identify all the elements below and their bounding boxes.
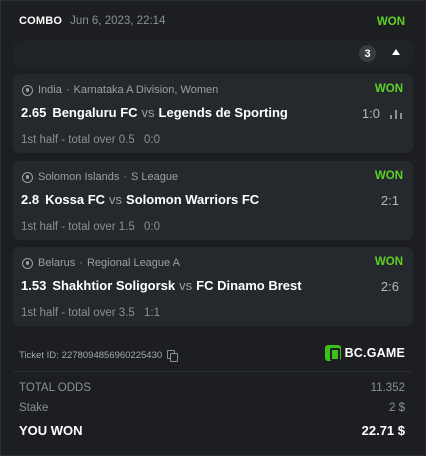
bet-card[interactable]: Solomon Islands · S League WON 2.8 Kossa…: [13, 161, 413, 240]
soccer-ball-icon: [22, 84, 33, 96]
soccer-ball-icon: [22, 171, 33, 183]
bet-status: WON: [374, 256, 403, 268]
league: Regional League A: [86, 257, 180, 269]
bet-odds: 2.65: [21, 105, 47, 120]
copy-icon[interactable]: [167, 350, 179, 362]
selections-count-badge: 3: [359, 45, 376, 62]
vs-label: vs: [109, 192, 123, 207]
bet-status: WON: [374, 83, 403, 95]
bet-date: Jun 6, 2023, 22:14: [70, 15, 166, 27]
winnings-label: YOU WON: [19, 423, 83, 438]
divider: [13, 371, 413, 372]
soccer-ball-icon: [22, 257, 33, 269]
country: India: [38, 84, 62, 96]
league: S League: [131, 171, 179, 183]
country: Solomon Islands: [38, 171, 120, 183]
match-line: 1.53 Shakhtior Soligorsk vs FC Dinamo Br…: [21, 278, 401, 293]
total-odds-row: TOTAL ODDS 11.352: [19, 382, 405, 394]
market: 1st half - total over 1.5: [21, 221, 135, 233]
bet-odds: 2.8: [21, 192, 40, 207]
home-team: Shakhtior Soligorsk: [52, 278, 176, 293]
league: Karnataka A Division, Women: [73, 84, 219, 96]
bet-card[interactable]: India · Karnataka A Division, Women WON …: [13, 74, 413, 153]
separator: ·: [65, 84, 70, 96]
market-score: 0:0: [144, 221, 160, 233]
match-score: 2:6: [380, 279, 399, 294]
match-line: 2.65 Bengaluru FC vs Legends de Sporting: [21, 105, 401, 120]
bet-type: COMBO: [19, 15, 63, 27]
separator: ·: [123, 171, 127, 183]
match-score: 1:0: [361, 106, 380, 121]
match-score: 2:1: [380, 193, 399, 208]
stats-icon[interactable]: [390, 109, 402, 119]
stake-value: 2 $: [389, 402, 405, 414]
away-team: FC Dinamo Brest: [196, 278, 302, 293]
bet-card[interactable]: Belarus · Regional League A WON 1.53 Sha…: [13, 247, 413, 326]
market-score: 1:1: [144, 307, 160, 319]
market-score: 0:0: [144, 134, 160, 146]
ticket-id-row: Ticket ID: 2278094856960225430: [19, 350, 179, 362]
winnings-row: YOU WON 22.71 $: [19, 423, 405, 438]
market-line: 1st half - total over 1.5 0:0: [21, 221, 160, 233]
stake-label: Stake: [19, 402, 49, 414]
vs-label: vs: [141, 105, 155, 120]
stake-row: Stake 2 $: [19, 402, 405, 414]
brand-name: BC.GAME: [344, 346, 405, 360]
winnings-value: 22.71 $: [361, 423, 405, 438]
match-line: 2.8 Kossa FC vs Solomon Warriors FC: [21, 192, 401, 207]
ticket-status: WON: [376, 16, 405, 28]
league-line: Solomon Islands · S League: [22, 171, 178, 183]
market: 1st half - total over 3.5: [21, 307, 135, 319]
market-line: 1st half - total over 0.5 0:0: [21, 134, 160, 146]
country: Belarus: [38, 257, 76, 269]
total-odds-value: 11.352: [370, 382, 405, 394]
vs-label: vs: [179, 278, 193, 293]
away-team: Solomon Warriors FC: [126, 192, 260, 207]
bet-ticket: COMBO Jun 6, 2023, 22:14 WON 3 India · K…: [0, 0, 426, 456]
ticket-header: COMBO Jun 6, 2023, 22:14 WON: [1, 1, 426, 41]
league-line: India · Karnataka A Division, Women: [22, 84, 218, 96]
ticket-id-value: 2278094856960225430: [61, 350, 163, 361]
ticket-id-label: Ticket ID:: [19, 350, 59, 361]
total-odds-label: TOTAL ODDS: [19, 382, 91, 394]
away-team: Legends de Sporting: [158, 105, 288, 120]
brand-logo: BC.GAME: [324, 345, 405, 361]
league-line: Belarus · Regional League A: [22, 257, 180, 269]
bet-odds: 1.53: [21, 278, 47, 293]
bet-status: WON: [374, 170, 403, 182]
chevron-up-icon[interactable]: [392, 49, 400, 55]
market-line: 1st half - total over 3.5 1:1: [21, 307, 160, 319]
home-team: Bengaluru FC: [52, 105, 138, 120]
bc-game-logo-icon: [324, 345, 341, 361]
selections-toggle-bar[interactable]: 3: [13, 41, 413, 67]
home-team: Kossa FC: [45, 192, 106, 207]
separator: ·: [79, 257, 83, 269]
market: 1st half - total over 0.5: [21, 134, 135, 146]
